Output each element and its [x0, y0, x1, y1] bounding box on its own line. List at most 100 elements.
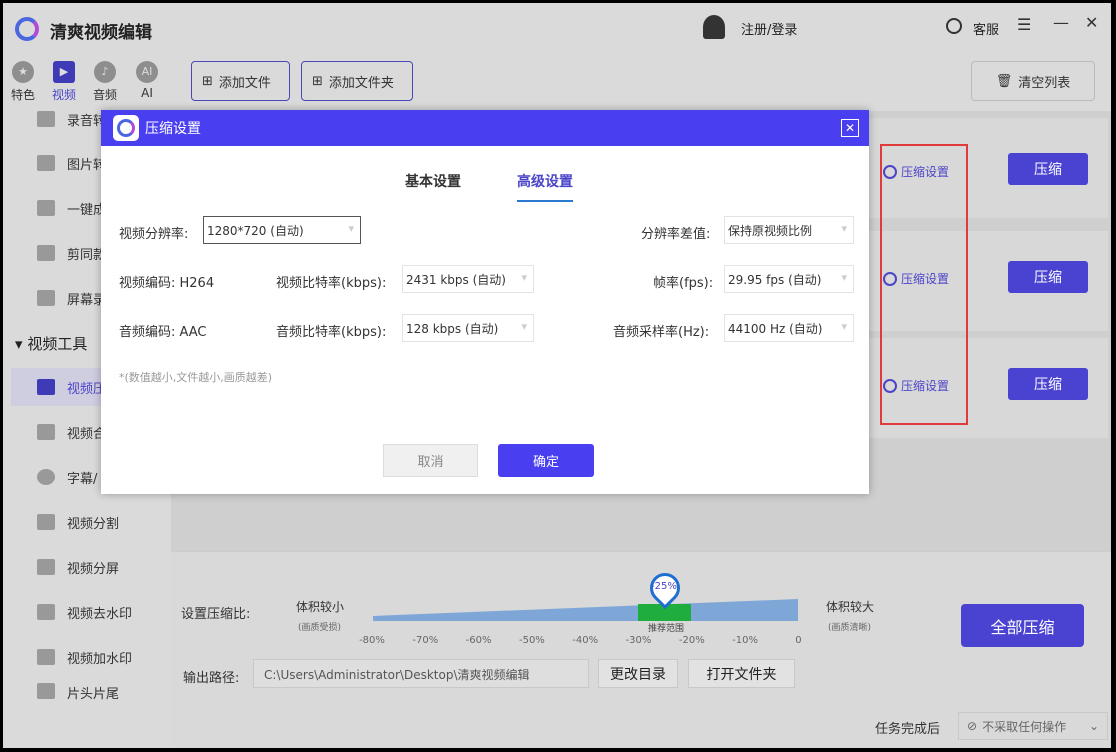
sample-rate-label: 音频采样率(Hz):: [613, 325, 710, 340]
slider-value: -25%: [651, 581, 677, 592]
sidebar-item-label: 字幕/: [67, 471, 98, 487]
slider-tick-label: -70%: [412, 635, 439, 646]
sidebar-item[interactable]: 片头片尾: [11, 683, 171, 703]
tool-icon: [37, 245, 55, 261]
stamp-icon: [37, 604, 55, 620]
recommend-label: 推荐范围: [648, 624, 685, 634]
add-file-button[interactable]: ⊞ 添加文件: [191, 61, 290, 101]
sidebar-item-label: 视频分屏: [67, 561, 120, 577]
dialog-title: 压缩设置: [145, 121, 201, 137]
slider-tick-label: -50%: [518, 635, 545, 646]
fps-label: 帧率(fps):: [653, 276, 714, 291]
sample-rate-select[interactable]: 44100 Hz (自动): [724, 314, 854, 342]
app-logo-icon: [113, 115, 139, 141]
service-link[interactable]: 客服: [973, 19, 999, 38]
sidebar-item[interactable]: 视频加水印: [11, 638, 171, 676]
category-ai[interactable]: AI AI: [129, 61, 165, 100]
change-dir-button[interactable]: 更改目录: [598, 659, 678, 688]
cancel-button[interactable]: 取消: [383, 444, 478, 477]
slider-tick-label: -20%: [678, 635, 705, 646]
slider-tick-label: -60%: [465, 635, 492, 646]
video-bitrate-label: 视频比特率(kbps):: [276, 276, 387, 291]
trash-icon: 🗑: [995, 73, 1013, 89]
hint-note: *(数值越小,文件越小,画质越差): [119, 371, 273, 384]
chevron-down-icon: ⌄: [1088, 719, 1099, 733]
category-label: AI: [141, 86, 153, 100]
login-link[interactable]: 注册/登录: [741, 19, 797, 38]
compress-button[interactable]: 压缩: [1008, 368, 1088, 400]
app-logo-icon: [15, 17, 39, 41]
dialog-close-icon[interactable]: ✕: [841, 119, 859, 137]
slider-tick-label: -10%: [732, 635, 759, 646]
video-icon: ▶: [53, 61, 75, 83]
split-screen-icon: [37, 559, 55, 575]
image-icon: [37, 155, 55, 171]
tab-basic-settings[interactable]: 基本设置: [405, 171, 461, 191]
screen-record-icon: [37, 290, 55, 306]
add-folder-button[interactable]: ⊞ 添加文件夹: [301, 61, 413, 101]
after-task-label: 任务完成后: [875, 722, 941, 737]
output-path-input[interactable]: C:\Users\Administrator\Desktop\清爽视频编辑: [253, 659, 589, 688]
tool-icon: [37, 111, 55, 127]
sidebar-item-label: 视频加水印: [67, 651, 133, 667]
tab-advanced-settings[interactable]: 高级设置: [517, 171, 573, 202]
compression-slider[interactable]: [368, 593, 803, 623]
video-bitrate-select[interactable]: 2431 kbps (自动): [402, 265, 534, 293]
slider-tick-label: -80%: [359, 635, 385, 646]
category-audio[interactable]: ♪ 音频: [87, 61, 123, 103]
button-label: 清空列表: [1018, 75, 1071, 91]
tool-icon: [37, 683, 55, 699]
highlight-box: [880, 144, 968, 425]
avatar-icon: [703, 15, 725, 39]
audio-bitrate-select[interactable]: 128 kbps (自动): [402, 314, 534, 342]
small-size-label: 体积较小: [296, 600, 345, 614]
after-task-select[interactable]: ⊘ 不采取任何操作 ⌄: [958, 712, 1108, 740]
sidebar-item[interactable]: 视频分割: [11, 503, 171, 541]
open-folder-button[interactable]: 打开文件夹: [688, 659, 795, 688]
fps-select[interactable]: 29.95 fps (自动): [724, 265, 854, 293]
sidebar-item-label: 视频分割: [67, 516, 120, 532]
large-size-sublabel: (画质清晰): [828, 623, 872, 633]
resolution-select[interactable]: 1280*720 (自动): [203, 216, 361, 244]
clear-list-button[interactable]: 🗑 清空列表: [971, 61, 1095, 101]
large-size-label: 体积较大: [826, 600, 875, 614]
compress-all-button[interactable]: 全部压缩: [961, 604, 1084, 647]
button-label: 添加文件: [218, 75, 271, 91]
section-label: 视频工具: [27, 335, 88, 353]
video-icon: [37, 379, 55, 395]
menu-icon[interactable]: ☰: [1017, 15, 1031, 34]
category-featured[interactable]: ★ 特色: [5, 61, 41, 103]
app-window: 清爽视频编辑 注册/登录 客服 ☰ — ✕ ★ 特色 ▶ 视频 ♪ 音频 AI AI ⊞…: [3, 3, 1111, 748]
sidebar-item[interactable]: 视频分屏: [11, 548, 171, 586]
watermark-icon: [37, 649, 55, 665]
resolution-label: 视频分辨率:: [119, 227, 189, 242]
slider-tick-label: -40%: [572, 635, 599, 646]
split-icon: [37, 514, 55, 530]
ratio-label: 设置压缩比:: [181, 607, 251, 622]
slider-tick-label: 0: [795, 635, 802, 646]
button-label: 添加文件夹: [328, 75, 394, 91]
select-value: 不采取任何操作: [982, 719, 1067, 734]
close-icon[interactable]: ✕: [1085, 13, 1098, 32]
audio-bitrate-label: 音频比特率(kbps):: [276, 325, 387, 340]
sidebar-item[interactable]: 视频去水印: [11, 593, 171, 631]
compress-button[interactable]: 压缩: [1008, 153, 1088, 185]
star-icon: ★: [12, 61, 34, 83]
interp-label: 分辨率差值:: [641, 227, 711, 242]
interp-select[interactable]: 保持原视频比例: [724, 216, 854, 244]
minimize-icon[interactable]: —: [1053, 13, 1069, 32]
tool-icon: [37, 424, 55, 440]
add-folder-icon: ⊞: [312, 73, 323, 89]
dialog-header: 压缩设置 ✕: [101, 110, 869, 146]
sidebar-section-video-tools[interactable]: ▾ 视频工具: [15, 333, 87, 354]
tool-icon: [37, 200, 55, 216]
ban-icon: ⊘: [967, 719, 978, 733]
ok-button[interactable]: 确定: [498, 444, 594, 477]
ai-icon: AI: [136, 61, 158, 83]
slider-tick-label: -30%: [625, 635, 652, 646]
app-title: 清爽视频编辑: [50, 23, 152, 43]
output-path-label: 输出路径:: [183, 671, 240, 686]
sidebar-item-label: 片头片尾: [67, 687, 120, 702]
compress-button[interactable]: 压缩: [1008, 261, 1088, 293]
category-video[interactable]: ▶ 视频: [46, 61, 82, 103]
